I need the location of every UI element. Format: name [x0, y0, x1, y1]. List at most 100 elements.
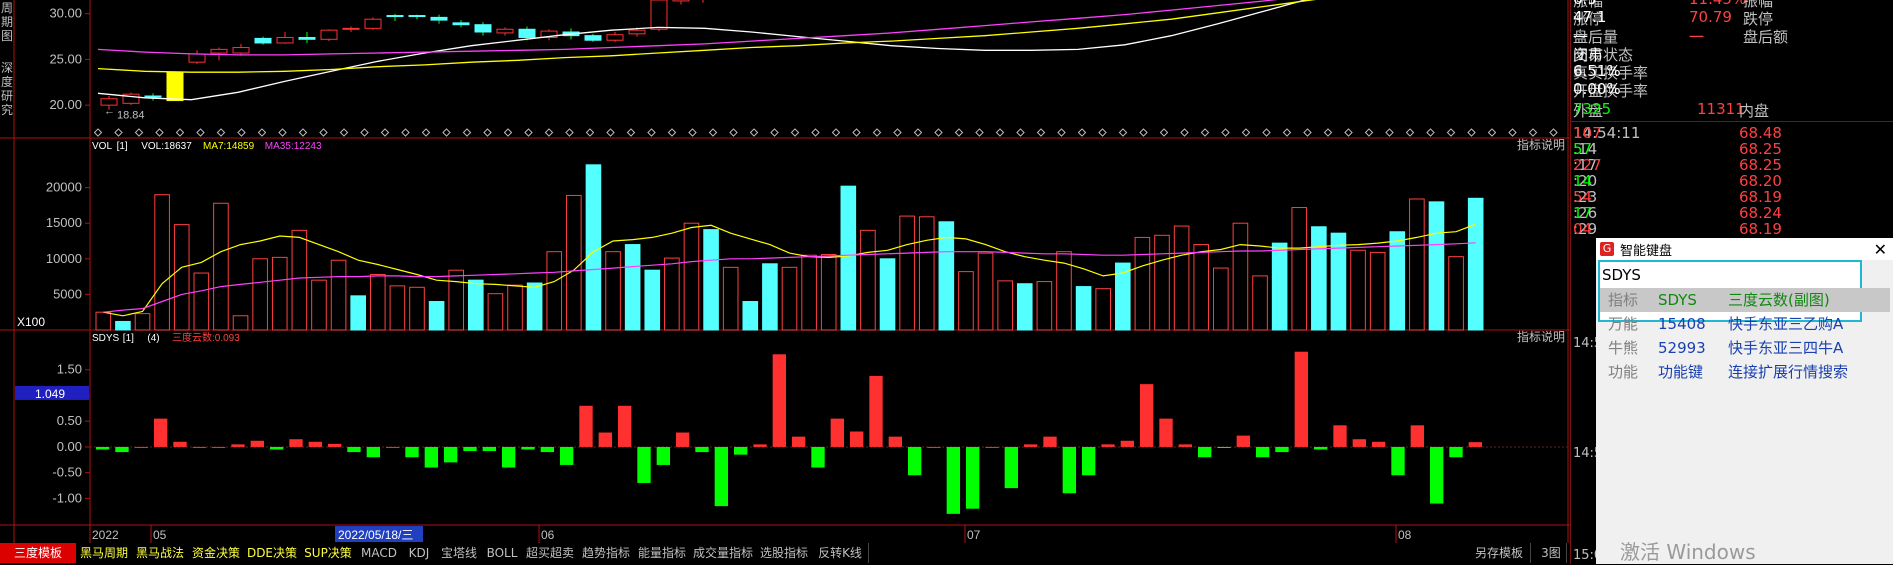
- candle-body: [276, 36, 294, 44]
- sdys-bar: [250, 440, 264, 447]
- keyboard-input[interactable]: SDYS: [1600, 262, 1858, 288]
- smart-keyboard-popup[interactable]: G 智能键盘 ✕ SDYS 指标 SDYS 三度云数(副图) 万能 15408 快手东亚三…: [1596, 238, 1893, 564]
- keyboard-result-type: 功能: [1608, 363, 1639, 381]
- sdys-tick-label: 0.00: [57, 439, 82, 454]
- candle-body: [496, 28, 514, 34]
- keyboard-result-code: 52993: [1658, 339, 1706, 357]
- tab-0[interactable]: 三度模板: [0, 543, 77, 563]
- outer-value: 11311: [1697, 100, 1745, 118]
- tab-5[interactable]: SUP决策: [300, 543, 357, 563]
- vol-bar: [664, 257, 680, 331]
- tab-15[interactable]: 反转K线: [812, 543, 869, 563]
- candle-body: [518, 28, 536, 38]
- keyboard-result-row[interactable]: 万能 15408 快手东亚三乙购A: [1600, 312, 1890, 336]
- candle-body: [606, 34, 624, 41]
- sdys-bar: [1410, 425, 1424, 447]
- sdys-bar: [946, 446, 960, 514]
- sdys-bar: [1236, 435, 1250, 447]
- tab-9[interactable]: BOLL: [482, 543, 523, 563]
- sdys-bar: [154, 418, 168, 447]
- vol-bar: [1369, 251, 1386, 331]
- candle-body: [430, 16, 448, 21]
- sdys-bar: [540, 446, 554, 453]
- sdys-bar: [811, 446, 825, 468]
- vol-bar: [291, 229, 308, 331]
- sdys-bar: [1140, 384, 1154, 447]
- vol-bar: [154, 194, 170, 331]
- vol-bar: [213, 202, 229, 331]
- date-label: 05: [153, 528, 167, 542]
- sdys-bar: [830, 418, 844, 447]
- vol-tick-label: 5000: [53, 286, 82, 301]
- app-logo-icon: G: [1600, 242, 1614, 256]
- vol-bar: [507, 284, 523, 331]
- sdys-bar: [1159, 418, 1173, 447]
- vol-bar: [173, 224, 190, 331]
- keyboard-result-row[interactable]: 指标 SDYS 三度云数(副图): [1600, 288, 1890, 312]
- vol-bar: [134, 313, 151, 331]
- date-cursor-label: 2022/05/18/三: [338, 528, 413, 542]
- tab-10[interactable]: 超买超卖: [522, 543, 579, 563]
- tab-2[interactable]: 黑马战法: [132, 543, 189, 563]
- keyboard-result-row[interactable]: 功能 功能键 连接扩展行情搜索: [1600, 360, 1890, 384]
- sdys-bar: [695, 446, 709, 453]
- vol-bar: [918, 216, 935, 331]
- chart-area[interactable]: 周期图深度研究 30.00 25.00 20.00 ← 18.84 VOL [1] VOL:18…: [0, 0, 1570, 564]
- tab-1[interactable]: 黑马周期: [76, 543, 133, 563]
- sdys-bar: [1391, 446, 1405, 476]
- candle-body: [650, 0, 668, 30]
- keyboard-result-code: 功能键: [1658, 363, 1704, 381]
- sdys-bar: [637, 446, 651, 483]
- candle-body: [452, 22, 470, 26]
- candle-highlight: [166, 71, 184, 102]
- inner-value: 7325: [1573, 100, 1612, 118]
- sdys-bar: [482, 446, 496, 452]
- keyboard-result-type: 牛熊: [1608, 339, 1639, 357]
- sdys-bar: [734, 446, 748, 455]
- keyboard-result-row[interactable]: 牛熊 52993 快手东亚三四牛A: [1600, 336, 1890, 360]
- vol-bar: [1311, 226, 1327, 331]
- date-label: 08: [1398, 528, 1412, 542]
- tab-12[interactable]: 能量指标: [634, 543, 691, 563]
- keyboard-result-code: SDYS: [1658, 291, 1697, 309]
- sdys-bar: [192, 446, 206, 448]
- sdys-bar: [424, 446, 438, 468]
- vol-bar: [350, 295, 366, 331]
- quote-row: 真实换手率 6.51%: [1573, 62, 1892, 82]
- sdys-title-part: 三度云数:0.093: [172, 331, 240, 344]
- tab-6[interactable]: MACD: [356, 543, 403, 563]
- sdys-bar: [1352, 439, 1366, 447]
- tab-17[interactable]: 3图: [1536, 543, 1567, 563]
- sdys-tick-label: 0.50: [57, 413, 82, 428]
- keyboard-result-type: 万能: [1608, 315, 1639, 333]
- sdys-bar: [560, 446, 574, 465]
- vol-bar: [95, 311, 112, 331]
- sdys-bar: [366, 446, 380, 458]
- price-tick-label: 20.00: [49, 97, 82, 112]
- candle-body: [210, 48, 228, 54]
- vol-bar: [1154, 234, 1170, 331]
- sdys-bar: [173, 441, 187, 447]
- vol-title-part: VOL: [92, 141, 112, 152]
- tab-8[interactable]: 宝塔线: [436, 543, 483, 563]
- sdys-tick-label: -1.00: [52, 490, 82, 505]
- vol-bar: [1016, 283, 1033, 331]
- quote-field-value: 0.00%: [1573, 80, 1621, 98]
- tab-11[interactable]: 趋势指标: [578, 543, 635, 563]
- vol-bar: [1291, 207, 1308, 331]
- tab-7[interactable]: KDJ: [402, 543, 437, 563]
- tab-13[interactable]: 成交量指标: [690, 543, 757, 563]
- price-tick-label: 25.00: [49, 51, 82, 66]
- left-strip-label: 度: [1, 74, 13, 89]
- close-icon[interactable]: ✕: [1874, 240, 1887, 259]
- keyboard-result-code: 15408: [1658, 315, 1706, 333]
- quote-separator: [1571, 121, 1893, 122]
- vol-bar: [644, 269, 661, 331]
- tab-16[interactable]: 另存模板: [1468, 543, 1531, 563]
- sdys-bar: [869, 375, 883, 447]
- tab-4[interactable]: DDE决策: [244, 543, 301, 563]
- tab-3[interactable]: 资金决策: [188, 543, 245, 563]
- quote-row: 涨幅11.45%振幅6.9: [1573, 0, 1892, 10]
- tab-14[interactable]: 选股指标: [756, 543, 813, 563]
- windows-watermark: 激活 Windows: [1620, 540, 1756, 564]
